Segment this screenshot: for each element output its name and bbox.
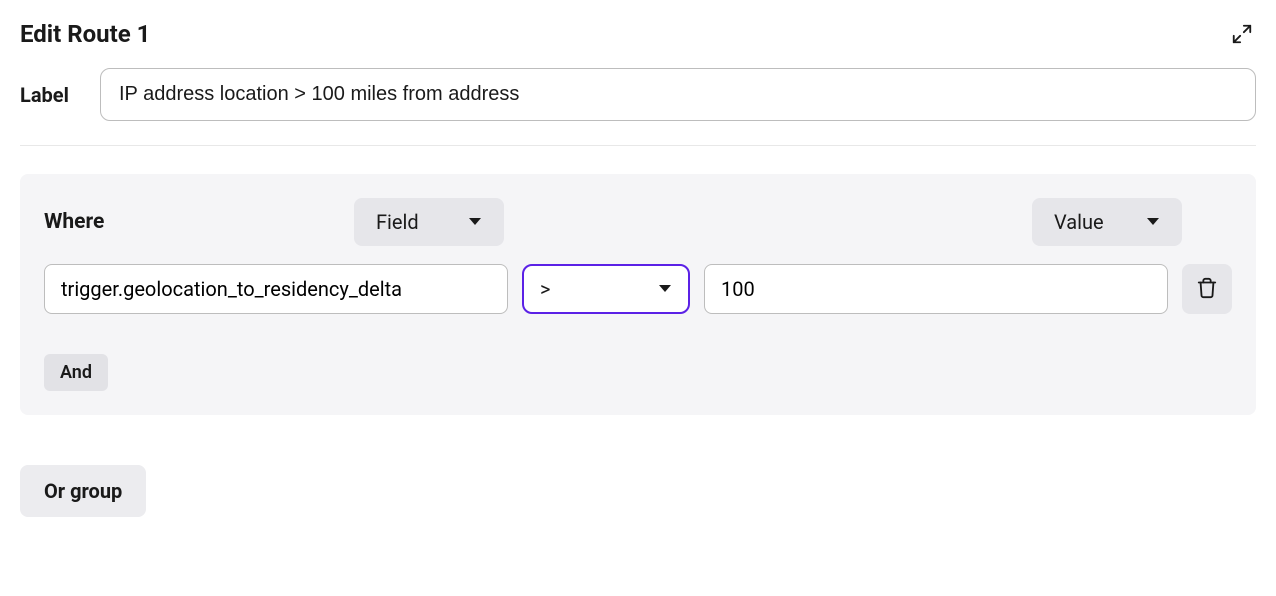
condition-value-input[interactable] bbox=[704, 264, 1168, 314]
condition-block: Where Field Value > bbox=[20, 174, 1256, 415]
field-type-dropdown-label: Field bbox=[376, 210, 419, 234]
where-label: Where bbox=[44, 210, 354, 234]
page-title: Edit Route 1 bbox=[20, 20, 150, 48]
and-button[interactable]: And bbox=[44, 354, 108, 391]
caret-down-icon bbox=[468, 217, 482, 227]
condition-operator-select[interactable]: > bbox=[522, 264, 690, 314]
expand-icon[interactable] bbox=[1228, 20, 1256, 48]
or-group-button[interactable]: Or group bbox=[20, 465, 146, 517]
value-type-dropdown-label: Value bbox=[1054, 210, 1104, 234]
delete-condition-button[interactable] bbox=[1182, 264, 1232, 314]
condition-row: > bbox=[44, 264, 1232, 314]
field-type-dropdown[interactable]: Field bbox=[354, 198, 504, 246]
condition-field-input[interactable] bbox=[44, 264, 508, 314]
label-caption: Label bbox=[20, 83, 80, 107]
trash-icon bbox=[1196, 277, 1218, 302]
caret-down-icon bbox=[658, 284, 672, 294]
label-input[interactable] bbox=[100, 68, 1256, 121]
caret-down-icon bbox=[1146, 217, 1160, 227]
divider bbox=[20, 145, 1256, 146]
value-type-dropdown[interactable]: Value bbox=[1032, 198, 1182, 246]
condition-operator-value: > bbox=[540, 277, 550, 301]
